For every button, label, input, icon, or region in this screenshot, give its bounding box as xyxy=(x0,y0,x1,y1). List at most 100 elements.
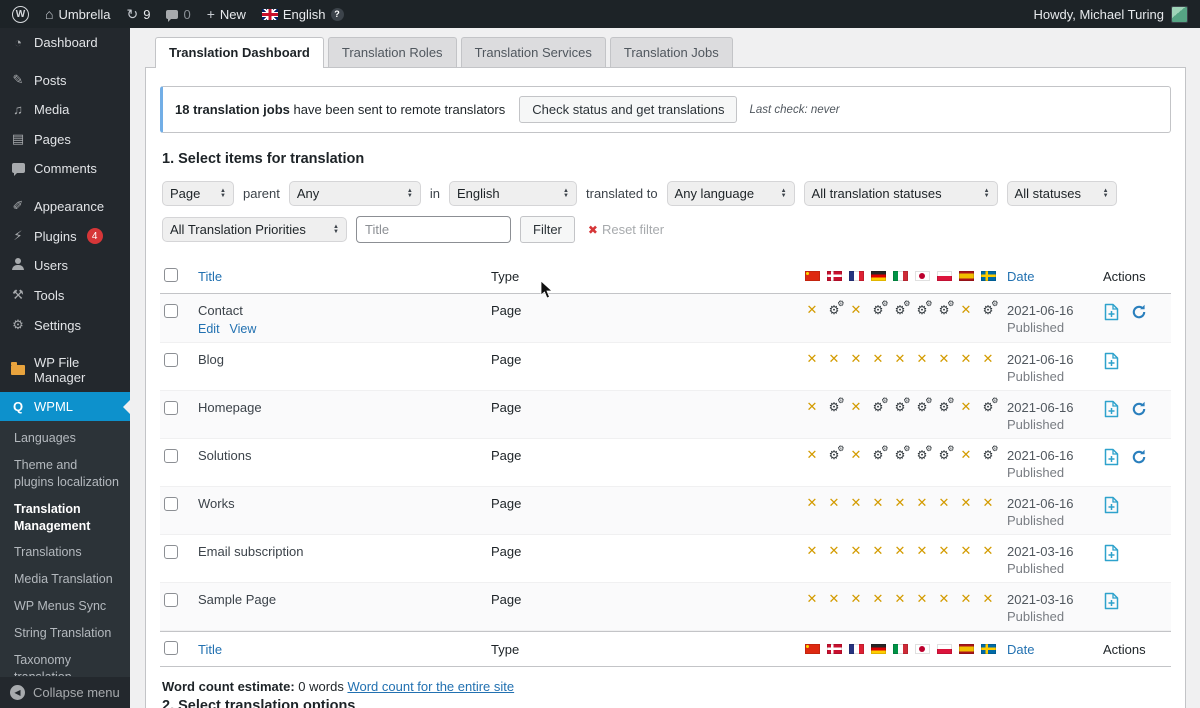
new-content-link[interactable]: + New xyxy=(207,6,246,22)
sort-date-header[interactable]: Date xyxy=(1007,269,1034,284)
wpml-submenu-item-languages[interactable]: Languages xyxy=(0,425,130,452)
title-filter-input[interactable] xyxy=(356,216,511,243)
wpml-submenu-item-wp-menus-sync[interactable]: WP Menus Sync xyxy=(0,593,130,620)
status-not-translated-icon: ✕ xyxy=(807,447,818,463)
select-all-checkbox[interactable] xyxy=(164,268,178,282)
add-translation-icon[interactable] xyxy=(1103,496,1120,514)
post-type-select[interactable]: Page xyxy=(162,181,234,206)
sidebar-item-users[interactable]: Users xyxy=(0,251,130,280)
sidebar-item-comments[interactable]: Comments xyxy=(0,154,130,183)
word-count-link[interactable]: Word count for the entire site xyxy=(347,679,514,694)
row-checkbox[interactable] xyxy=(164,497,178,511)
french-flag-icon xyxy=(849,644,864,654)
filter-row-1: Page parent Any in English translated to… xyxy=(162,181,1171,206)
row-title: Contact xyxy=(198,303,491,318)
add-translation-icon[interactable] xyxy=(1103,352,1120,370)
site-name-link[interactable]: ⌂ Umbrella xyxy=(45,6,110,22)
wpml-submenu-item-theme-and-plugins-localization[interactable]: Theme and plugins localization xyxy=(0,452,130,496)
wordpress-menu[interactable]: W xyxy=(12,6,29,23)
edit-link[interactable]: Edit xyxy=(198,322,220,336)
status-slot: ✕ xyxy=(845,544,867,558)
view-link[interactable]: View xyxy=(230,322,257,336)
add-translation-icon[interactable] xyxy=(1103,448,1120,466)
add-translation-icon[interactable] xyxy=(1103,592,1120,610)
row-translation-statuses: ✕✕✕✕✕✕✕✕✕ xyxy=(801,496,1007,510)
language-label: English xyxy=(283,7,326,22)
table-header: Title Type Date Actions xyxy=(160,259,1171,294)
language-switcher[interactable]: English ? xyxy=(262,7,344,22)
status-not-translated-icon: ✕ xyxy=(807,302,818,318)
row-checkbox[interactable] xyxy=(164,593,178,607)
row-checkbox[interactable] xyxy=(164,353,178,367)
sidebar-item-wp-file-manager[interactable]: WP File Manager xyxy=(0,348,130,392)
sidebar-item-media[interactable]: ♫Media xyxy=(0,95,130,124)
updates-link[interactable]: ↻ 9 xyxy=(126,6,150,23)
site-name-label: Umbrella xyxy=(58,7,110,22)
translation-status-select[interactable]: All translation statuses xyxy=(804,181,998,206)
wpml-submenu-item-translations[interactable]: Translations xyxy=(0,539,130,566)
check-status-icon[interactable] xyxy=(1131,449,1147,465)
select-all-checkbox[interactable] xyxy=(164,641,178,655)
sidebar-item-plugins[interactable]: ⚡Plugins4 xyxy=(0,221,130,251)
check-status-icon[interactable] xyxy=(1131,401,1147,417)
add-translation-icon[interactable] xyxy=(1103,544,1120,562)
sidebar-item-settings[interactable]: ⚙Settings xyxy=(0,310,130,340)
row-checkbox[interactable] xyxy=(164,449,178,463)
row-date: 2021-06-16 xyxy=(1007,448,1103,463)
sort-title-header[interactable]: Title xyxy=(198,642,222,657)
sidebar-item-tools[interactable]: ⚒Tools xyxy=(0,280,130,310)
priority-select[interactable]: All Translation Priorities xyxy=(162,217,347,242)
sidebar-item-appearance[interactable]: ✐Appearance xyxy=(0,191,130,221)
admin-bar: W ⌂ Umbrella ↻ 9 0 + New English ? Howdy… xyxy=(0,0,1200,28)
sort-date-header[interactable]: Date xyxy=(1007,642,1034,657)
post-status-select[interactable]: All statuses xyxy=(1007,181,1117,206)
source-language-select[interactable]: English xyxy=(449,181,577,206)
status-slot: ⚙ xyxy=(867,448,889,462)
tab-translation-jobs[interactable]: Translation Jobs xyxy=(610,37,733,67)
status-slot: ✕ xyxy=(955,496,977,510)
chinese-flag-icon xyxy=(805,271,820,281)
row-title-cell: Email subscription xyxy=(198,544,491,559)
add-translation-icon[interactable] xyxy=(1103,400,1120,418)
wpml-submenu-item-media-translation[interactable]: Media Translation xyxy=(0,566,130,593)
target-language-select[interactable]: Any language xyxy=(667,181,795,206)
check-status-icon[interactable] xyxy=(1131,304,1147,320)
row-checkbox[interactable] xyxy=(164,401,178,415)
tab-translation-dashboard[interactable]: Translation Dashboard xyxy=(155,37,324,68)
avatar[interactable] xyxy=(1171,6,1188,23)
sidebar-item-posts[interactable]: ✎Posts xyxy=(0,65,130,95)
japanese-flag-icon xyxy=(915,271,930,281)
check-status-button[interactable]: Check status and get translations xyxy=(519,96,737,123)
menu-separator xyxy=(0,57,130,65)
filter-button[interactable]: Filter xyxy=(520,216,575,243)
row-checkbox[interactable] xyxy=(164,304,178,318)
plus-icon: + xyxy=(207,6,215,22)
tab-translation-roles[interactable]: Translation Roles xyxy=(328,37,457,67)
add-translation-icon[interactable] xyxy=(1103,303,1120,321)
row-date-cell: 2021-06-16Published xyxy=(1007,448,1103,480)
sidebar-item-pages[interactable]: ▤Pages xyxy=(0,124,130,154)
wpml-submenu-item-translation-management[interactable]: Translation Management xyxy=(0,496,130,540)
comments-link[interactable]: 0 xyxy=(166,7,190,22)
status-not-translated-icon: ✕ xyxy=(851,302,862,318)
swedish-flag-icon xyxy=(981,271,996,281)
status-slot: ✕ xyxy=(823,544,845,558)
comments-bubble-icon xyxy=(12,163,25,173)
howdy-label[interactable]: Howdy, Michael Turing xyxy=(1033,7,1164,22)
collapse-menu-button[interactable]: ◀ Collapse menu xyxy=(0,676,130,708)
sidebar-item-dashboard[interactable]: ◔Dashboard xyxy=(0,28,130,57)
parent-select[interactable]: Any xyxy=(289,181,421,206)
row-type: Page xyxy=(491,448,801,463)
flag-slot xyxy=(911,269,933,283)
sort-title-header[interactable]: Title xyxy=(198,269,222,284)
status-not-translated-icon: ✕ xyxy=(851,351,862,367)
wpml-submenu-item-string-translation[interactable]: String Translation xyxy=(0,620,130,647)
row-translation-statuses: ✕⚙✕⚙⚙⚙⚙✕⚙ xyxy=(801,303,1007,317)
row-title-cell: Blog xyxy=(198,352,491,367)
tab-translation-services[interactable]: Translation Services xyxy=(461,37,606,67)
status-slot: ✕ xyxy=(867,544,889,558)
japanese-flag-icon xyxy=(915,644,930,654)
reset-filter-button[interactable]: ✖ Reset filter xyxy=(588,222,664,237)
row-checkbox[interactable] xyxy=(164,545,178,559)
sidebar-item-wpml[interactable]: Q WPML xyxy=(0,392,130,421)
